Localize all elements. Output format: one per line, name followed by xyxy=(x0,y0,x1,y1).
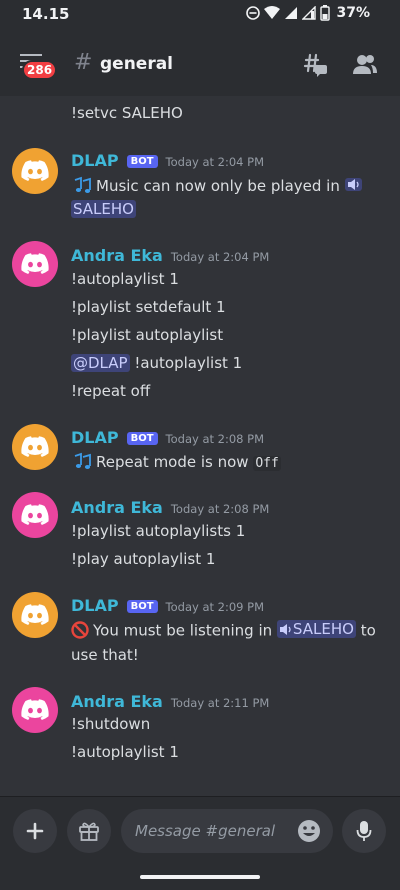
avatar[interactable] xyxy=(12,687,58,733)
channel-header: 286 # general xyxy=(0,30,400,96)
message-line: @DLAP !autoplaylist 1 xyxy=(71,354,242,372)
username[interactable]: Andra Eka xyxy=(71,692,163,711)
dnd-icon xyxy=(246,6,261,20)
bot-tag: BOT xyxy=(126,155,158,168)
avatar[interactable] xyxy=(12,241,58,287)
message-line: use that! xyxy=(71,646,139,664)
battery-icon xyxy=(320,5,331,21)
channel-mention-label: SALEHO xyxy=(292,620,354,638)
gift-icon xyxy=(79,822,99,841)
discord-logo-icon xyxy=(21,160,49,181)
user-mention[interactable]: @DLAP xyxy=(71,354,130,372)
channel-title[interactable]: general xyxy=(100,54,173,74)
username[interactable]: DLAP xyxy=(71,596,119,615)
message-line: !playlist autoplaylist xyxy=(71,326,224,344)
signal-icon-2 xyxy=(302,6,317,20)
message-line: !play autoplaylist 1 xyxy=(71,550,216,568)
timestamp: Today at 2:08 PM xyxy=(170,502,270,516)
timestamp: Today at 2:09 PM xyxy=(165,600,265,614)
discord-logo-icon xyxy=(21,699,49,720)
username[interactable]: Andra Eka xyxy=(71,498,163,517)
bot-tag: BOT xyxy=(126,432,158,445)
speaker-icon xyxy=(279,623,291,635)
message-header: Andra Eka Today at 2:04 PM xyxy=(71,246,269,265)
home-gesture-handle[interactable] xyxy=(140,875,260,879)
microphone-icon xyxy=(356,821,372,841)
speaker-icon xyxy=(347,179,359,190)
members-icon[interactable] xyxy=(352,52,378,78)
emoji-icon[interactable] xyxy=(297,819,321,843)
message-text: Repeat mode is now xyxy=(96,453,249,471)
discord-logo-icon xyxy=(21,436,49,457)
avatar[interactable] xyxy=(12,592,58,638)
notification-badge: 286 xyxy=(22,60,58,80)
message-header: DLAP BOT Today at 2:09 PM xyxy=(71,596,264,615)
status-time: 14.15 xyxy=(22,5,70,23)
message-line: Repeat mode is now Off xyxy=(71,452,281,471)
discord-logo-icon xyxy=(21,604,49,625)
message-header: Andra Eka Today at 2:11 PM xyxy=(71,692,269,711)
message-line: !playlist setdefault 1 xyxy=(71,298,226,316)
message-list[interactable]: !setvc SALEHO DLAP BOT Today at 2:04 PM … xyxy=(0,96,400,796)
menu-button[interactable]: 286 xyxy=(20,52,58,80)
message-line: !autoplaylist 1 xyxy=(71,743,179,761)
message-text: to xyxy=(360,621,376,640)
system-nav-bar xyxy=(0,866,400,890)
plus-icon xyxy=(26,822,44,840)
add-attachment-button[interactable] xyxy=(13,809,57,853)
message-header: DLAP BOT Today at 2:08 PM xyxy=(71,428,264,447)
avatar[interactable] xyxy=(12,424,58,470)
message-text: Music can now only be played in xyxy=(96,177,340,195)
channel-mention[interactable]: SALEHO xyxy=(276,620,356,638)
message-line: !autoplaylist 1 xyxy=(71,270,179,288)
username[interactable]: DLAP xyxy=(71,428,119,447)
message-composer xyxy=(0,796,400,866)
channel-mention[interactable] xyxy=(344,178,362,191)
prohibited-icon xyxy=(71,620,89,639)
message-line: !shutdown xyxy=(71,715,151,733)
message-text: !autoplaylist 1 xyxy=(134,354,243,372)
threads-icon[interactable] xyxy=(302,52,328,78)
message-text: You must be listening in xyxy=(93,621,273,640)
discord-logo-icon xyxy=(21,253,49,274)
bot-tag: BOT xyxy=(126,600,158,613)
avatar[interactable] xyxy=(12,492,58,538)
message-line: !repeat off xyxy=(71,382,151,400)
discord-logo-icon xyxy=(21,504,49,525)
signal-icon xyxy=(285,7,298,19)
timestamp: Today at 2:08 PM xyxy=(165,432,265,446)
wifi-icon xyxy=(264,6,281,19)
message-line: !playlist autoplaylists 1 xyxy=(71,522,246,540)
timestamp: Today at 2:04 PM xyxy=(165,155,265,169)
message-line: You must be listening in SALEHO to xyxy=(71,620,376,640)
battery-level: 37% xyxy=(336,5,370,21)
message-header: DLAP BOT Today at 2:04 PM xyxy=(71,151,264,170)
message-line: Music can now only be played in xyxy=(71,176,362,195)
inline-code: Off xyxy=(253,456,281,471)
message-header: Andra Eka Today at 2:08 PM xyxy=(71,498,269,517)
musical-notes-icon xyxy=(74,176,91,193)
status-bar: 14.15 37% xyxy=(0,0,400,30)
status-icons: 37% xyxy=(246,5,370,21)
message-line: SALEHO xyxy=(71,200,136,218)
channel-mention-label[interactable]: SALEHO xyxy=(71,200,136,218)
username[interactable]: DLAP xyxy=(71,151,119,170)
channel-hash-icon: # xyxy=(74,50,93,75)
musical-notes-icon xyxy=(74,452,91,469)
timestamp: Today at 2:11 PM xyxy=(170,696,270,710)
message-line: !setvc SALEHO xyxy=(71,104,183,122)
username[interactable]: Andra Eka xyxy=(71,246,163,265)
timestamp: Today at 2:04 PM xyxy=(170,250,270,264)
avatar[interactable] xyxy=(12,148,58,194)
voice-message-button[interactable] xyxy=(342,809,386,853)
gift-button[interactable] xyxy=(67,809,111,853)
